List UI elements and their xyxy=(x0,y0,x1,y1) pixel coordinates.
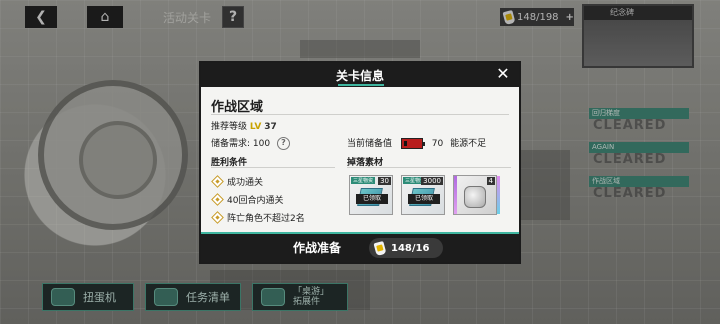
claimed-badge: 已领取 xyxy=(356,194,388,204)
stamina-cup-icon xyxy=(373,240,387,256)
drop-quantity: 4 xyxy=(486,177,495,185)
stamina-cost-value: 148/16 xyxy=(391,242,430,254)
stamina-cost: 148/16 xyxy=(369,238,443,258)
current-reserve-value: 70 xyxy=(431,139,444,149)
victory-condition: 40回合内通关 xyxy=(211,193,284,206)
reserve-requirement: 储备需求: 100 ? xyxy=(211,136,290,150)
area-title: 作战区域 xyxy=(211,100,264,115)
reserve-warning: 能源不足 xyxy=(450,139,487,149)
recommended-level: 推荐等级 LV 37 xyxy=(211,119,277,132)
drop-quantity: 30 xyxy=(378,177,391,185)
divider xyxy=(211,167,335,168)
divider xyxy=(211,114,509,115)
divider xyxy=(347,167,511,168)
current-reserve: 当前储备值 70 能源不足 xyxy=(347,136,486,149)
condition-text: 阵亡角色不超过2名 xyxy=(227,214,305,224)
drop-quantity: 3000 xyxy=(421,177,443,185)
close-icon[interactable]: ✕ xyxy=(493,64,513,84)
condition-diamond-icon xyxy=(211,175,224,188)
claimed-badge: 已领取 xyxy=(408,194,440,204)
rarity-bar xyxy=(454,176,457,214)
victory-condition: 阵亡角色不超过2名 xyxy=(211,211,305,224)
level-value: 37 xyxy=(264,122,277,132)
reserve-requirement-label: 储备需求: 100 xyxy=(211,139,271,149)
level-prefix: LV xyxy=(249,122,262,132)
recommended-level-label: 推荐等级 xyxy=(211,122,248,132)
stage-info-dialog: 关卡信息 ✕ 作战区域 推荐等级 LV 37 储备需求: 100 ? 当前储备值… xyxy=(199,61,521,264)
condition-diamond-icon xyxy=(211,193,224,206)
drop-item[interactable]: 4 xyxy=(453,175,500,215)
dialog-title: 关卡信息 xyxy=(335,69,384,83)
battle-prepare-button[interactable]: 作战准备 xyxy=(293,238,353,258)
battery-low-icon xyxy=(400,138,425,149)
condition-diamond-icon xyxy=(211,211,224,224)
silver-badge-icon xyxy=(464,186,486,208)
drop-tag: 三星物资 xyxy=(351,177,376,184)
rarity-bar xyxy=(497,176,500,214)
victory-condition: 成功通关 xyxy=(211,175,264,188)
prepare-bar: 作战准备 148/16 xyxy=(201,232,519,262)
drop-item[interactable]: 三星物资 30 已领取 xyxy=(349,175,393,215)
condition-text: 成功通关 xyxy=(227,178,264,188)
current-reserve-label: 当前储备值 xyxy=(347,139,393,149)
drop-item[interactable]: 三星物资 3000 已领取 xyxy=(401,175,445,215)
help-icon[interactable]: ? xyxy=(276,137,290,150)
condition-text: 40回合内通关 xyxy=(227,196,284,206)
dialog-header: 关卡信息 ✕ xyxy=(201,63,519,87)
title-underline xyxy=(338,84,384,86)
